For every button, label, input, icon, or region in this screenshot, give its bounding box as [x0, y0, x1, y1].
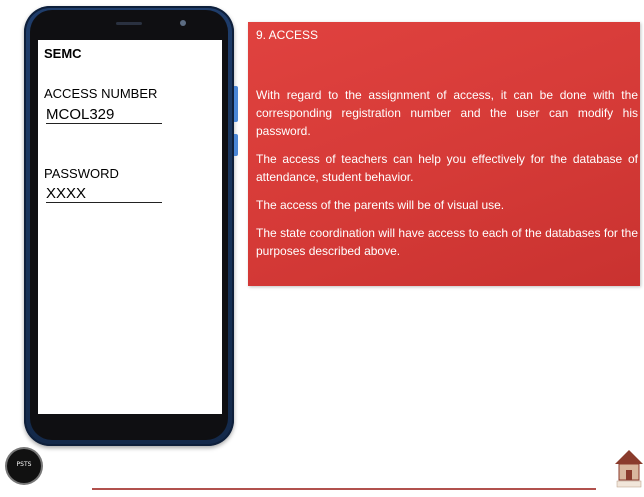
paragraph-teachers: The access of teachers can help you effe…: [256, 152, 638, 184]
footer-divider: [92, 488, 596, 490]
phone-side-button: [234, 86, 238, 122]
house-logo-icon: [614, 448, 644, 490]
access-number-label: ACCESS NUMBER: [44, 86, 158, 101]
paragraph-parents: The access of the parents will be of vis…: [256, 198, 505, 212]
access-number-field[interactable]: MCOL329: [46, 106, 162, 124]
logo-text: PSTS: [16, 461, 32, 468]
paragraph-state-coordination: The state coordination will have access …: [256, 226, 638, 258]
section-heading: 9. ACCESS: [256, 28, 319, 42]
circular-seal-logo-icon: PSTS: [7, 449, 41, 483]
phone-speaker: [116, 22, 142, 25]
password-field[interactable]: XXXX: [46, 185, 162, 203]
access-info-panel: 9. ACCESS With regard to the assignment …: [248, 22, 640, 286]
camera-icon: [180, 20, 186, 26]
password-label: PASSWORD: [44, 166, 119, 181]
phone-screen: SEMC ACCESS NUMBER MCOL329 PASSWORD XXXX: [38, 40, 222, 414]
phone-side-button: [234, 134, 238, 156]
paragraph-assignment: With regard to the assignment of access,…: [256, 88, 638, 138]
app-title: SEMC: [44, 46, 82, 61]
panel-body: With regard to the assignment of access,…: [256, 86, 638, 270]
